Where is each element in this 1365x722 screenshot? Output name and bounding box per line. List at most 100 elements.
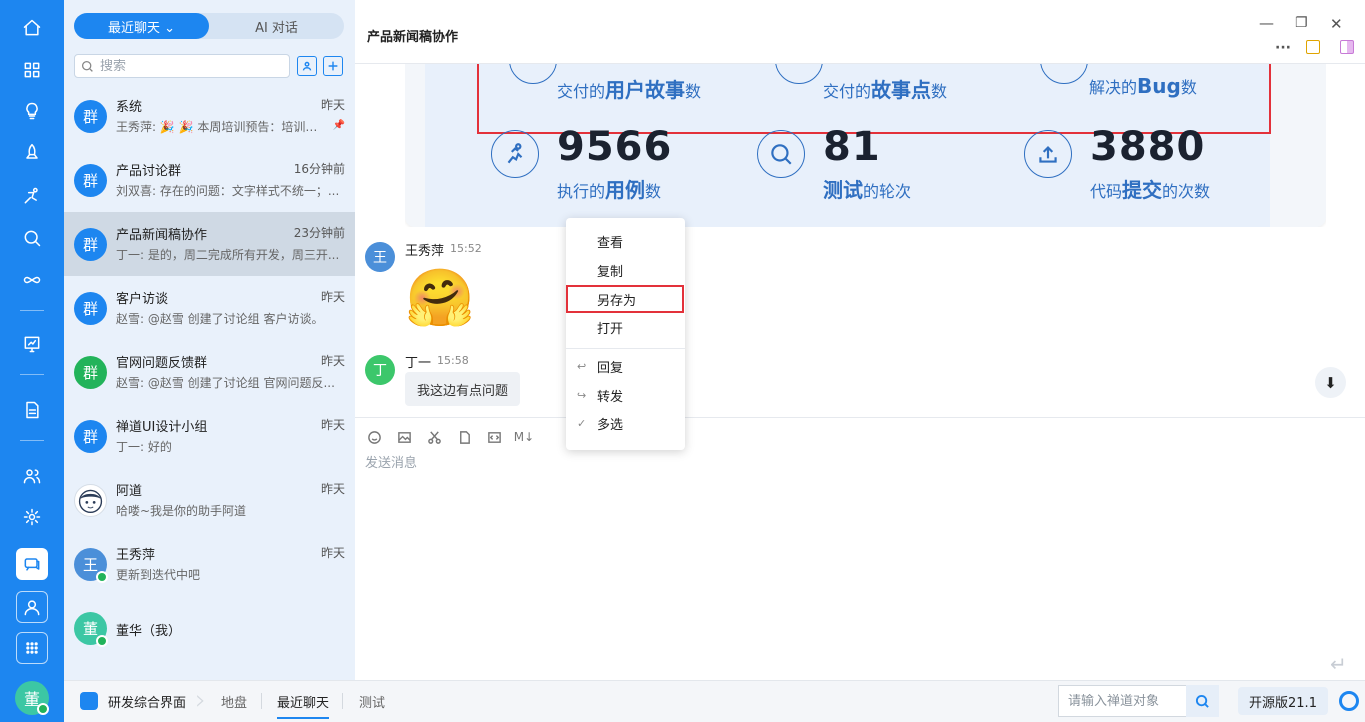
object-search-input[interactable]: [1068, 693, 1178, 709]
chat-item-customer-interview[interactable]: 群 客户访谈 昨天 赵雪: @赵雪 创建了讨论组 客户访谈。: [64, 276, 355, 340]
code-icon[interactable]: [485, 428, 503, 446]
side-panel-icon[interactable]: [1340, 40, 1354, 54]
current-user-avatar[interactable]: 董: [15, 681, 49, 715]
devops-infinity-icon[interactable]: [16, 264, 48, 296]
chat-time: 昨天: [320, 546, 345, 560]
sender-name: 王秀萍: [405, 244, 445, 259]
markdown-icon[interactable]: M↓: [514, 428, 534, 446]
group-avatar: 群: [74, 356, 107, 389]
contacts-icon[interactable]: [16, 591, 48, 623]
sprint-icon[interactable]: [16, 180, 48, 212]
lightbulb-icon[interactable]: [16, 95, 48, 127]
chat-sidebar: 最近聊天 ⌄ AI 对话 群 系统 昨天 王秀萍: 🎉 🎉 本周培训预告：培训主…: [64, 0, 355, 680]
report-chart-icon[interactable]: [16, 328, 48, 360]
online-status-icon: [96, 635, 108, 647]
chat-name: 产品新闻稿协作: [116, 228, 208, 243]
chat-time: 昨天: [320, 290, 345, 304]
home-icon[interactable]: [16, 12, 48, 44]
emoji-icon[interactable]: [365, 428, 383, 446]
chat-name: 官网问题反馈群: [116, 356, 208, 371]
document-icon[interactable]: [16, 394, 48, 426]
chat-item-wang-xiuping[interactable]: 王 王秀萍 昨天 更新到迭代中吧: [64, 532, 355, 596]
chat-item-website-feedback[interactable]: 群 官网问题反馈群 昨天 赵雪: @赵雪 创建了讨论组 官网问题反...: [64, 340, 355, 404]
menu-item-multi-select[interactable]: ✓ 多选: [566, 409, 685, 437]
menu-item-copy[interactable]: 复制: [566, 256, 685, 284]
upload-icon: [1024, 130, 1072, 178]
composer-toolbar: M↓: [365, 428, 534, 446]
menu-item-save-as[interactable]: 另存为: [566, 285, 684, 313]
tab-test[interactable]: 测试: [359, 692, 385, 711]
chat-icon[interactable]: [16, 548, 48, 580]
image-icon[interactable]: [395, 428, 413, 446]
chat-preview: 丁一: 是的，周二完成所有开发，周三开...: [116, 248, 340, 262]
chat-name: 阿道: [116, 484, 143, 499]
menu-item-forward[interactable]: ↪ 转发: [566, 381, 685, 409]
hugging-emoji-sticker[interactable]: 🤗: [405, 264, 475, 334]
forward-icon: ↪: [577, 388, 587, 402]
chat-item-adao[interactable]: 阿道 昨天 哈喽~我是你的助手阿道: [64, 468, 355, 532]
more-apps-icon[interactable]: [16, 632, 48, 664]
sender-name: 丁一: [405, 356, 432, 371]
tab-recent-chats-status[interactable]: 最近聊天: [277, 692, 330, 719]
restore-button[interactable]: ❐: [1295, 15, 1308, 31]
notice-icon[interactable]: [1306, 40, 1320, 54]
stat-caption: 执行的用例数: [557, 178, 662, 202]
more-options-icon[interactable]: ···: [1275, 40, 1291, 56]
message-bubble[interactable]: 我这边有点问题: [405, 372, 521, 406]
chat-preview: 赵雪: @赵雪 创建了讨论组 客户访谈。: [116, 312, 324, 326]
group-avatar: 群: [74, 228, 107, 261]
tab-ai-chat[interactable]: AI 对话: [209, 13, 344, 39]
team-icon[interactable]: [16, 460, 48, 492]
image-content: 交付的用户故事数 交付的故事点数 解决的Bug数 9566 执行的用例数 81 …: [425, 64, 1271, 227]
chat-name: 客户访谈: [116, 292, 169, 307]
context-menu: 查看 复制 另存为 打开 ↩ 回复 ↪ 转发 ✓ 多选: [566, 218, 685, 450]
object-search-button[interactable]: [1186, 685, 1219, 717]
stat-caption: 交付的用户故事数: [557, 78, 702, 102]
chat-time: 23分钟前: [293, 226, 345, 240]
breadcrumb-chevron-icon: ›: [195, 683, 207, 716]
sender-avatar[interactable]: 王: [365, 242, 395, 272]
tab-divider: [261, 693, 262, 709]
file-icon[interactable]: [455, 428, 473, 446]
menu-item-open[interactable]: 打开: [566, 313, 685, 341]
contact-book-icon[interactable]: [297, 56, 317, 76]
chat-item-product-discussion[interactable]: 群 产品讨论群 16分钟前 刘双喜: 存在的问题：文字样式不统一；...: [64, 148, 355, 212]
message-input[interactable]: 发送消息: [365, 452, 417, 471]
message-time: 15:58: [437, 354, 469, 367]
version-badge[interactable]: 开源版21.1: [1238, 687, 1328, 715]
menu-item-reply[interactable]: ↩ 回复: [566, 352, 685, 380]
app-switch-icon[interactable]: [80, 692, 98, 710]
chat-item-system[interactable]: 群 系统 昨天 王秀萍: 🎉 🎉 本周培训预告：培训主... 📌: [64, 84, 355, 148]
close-button[interactable]: ✕: [1330, 15, 1343, 33]
chat-item-self[interactable]: 董 董华（我）: [64, 596, 355, 660]
stat-test-cases: 9566 执行的用例数: [491, 124, 751, 210]
chat-item-ui-design[interactable]: 群 禅道UI设计小组 昨天 丁一: 好的: [64, 404, 355, 468]
tab-recent-chats[interactable]: 最近聊天 ⌄: [74, 13, 209, 39]
sender-avatar[interactable]: 丁: [365, 355, 395, 385]
tab-dashboard[interactable]: 地盘: [221, 692, 247, 711]
chat-search-box[interactable]: [74, 54, 290, 78]
app-name-label[interactable]: 研发综合界面: [108, 692, 186, 711]
send-return-icon[interactable]: ↵: [1330, 652, 1347, 676]
stat-value: 81: [823, 124, 881, 170]
screenshot-scissors-icon[interactable]: [425, 428, 443, 446]
search-icon: [81, 60, 93, 72]
arrow-down-icon: ⬇: [1324, 373, 1337, 392]
online-status-icon: [37, 703, 49, 715]
chat-name: 系统: [116, 100, 143, 115]
zentao-logo-icon[interactable]: [1339, 691, 1359, 711]
rocket-icon[interactable]: [16, 137, 48, 169]
apps-grid-icon[interactable]: [16, 54, 48, 86]
scroll-to-bottom-button[interactable]: ⬇: [1315, 367, 1346, 398]
message-time: 15:52: [450, 242, 482, 255]
add-chat-icon[interactable]: [323, 56, 343, 76]
settings-gear-icon[interactable]: [16, 501, 48, 533]
shared-image-card[interactable]: 交付的用户故事数 交付的故事点数 解决的Bug数 9566 执行的用例数 81 …: [405, 64, 1326, 227]
reply-icon: ↩: [577, 359, 587, 373]
chat-search-input[interactable]: [100, 58, 280, 74]
test-search-icon[interactable]: [16, 222, 48, 254]
menu-item-view[interactable]: 查看: [566, 227, 685, 255]
chat-item-press-release[interactable]: 群 产品新闻稿协作 23分钟前 丁一: 是的，周二完成所有开发，周三开...: [64, 212, 355, 276]
minimize-button[interactable]: —: [1259, 14, 1274, 32]
stat-code-commits: 3880 代码提交的次数: [1024, 124, 1284, 210]
